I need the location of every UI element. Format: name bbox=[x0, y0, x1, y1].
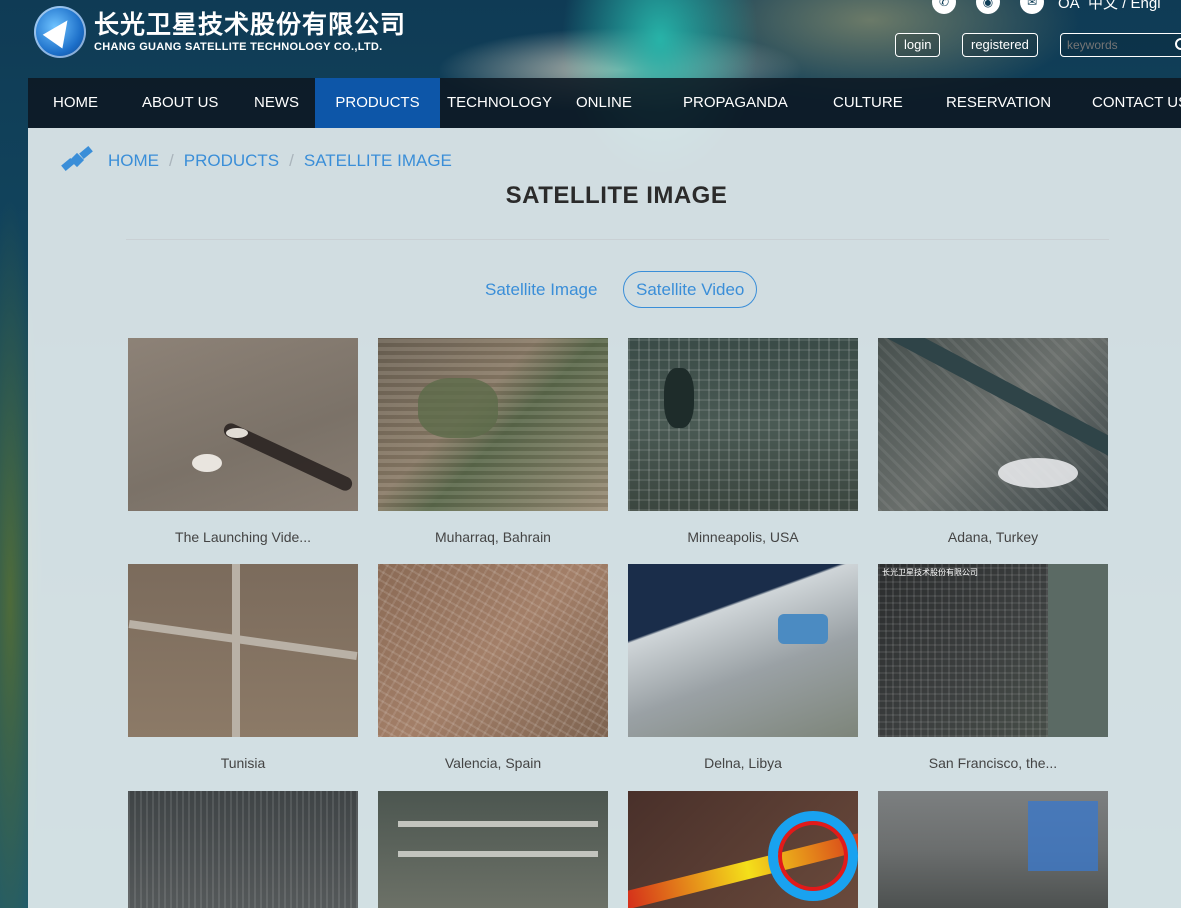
card-caption[interactable]: Adana, Turkey bbox=[878, 529, 1108, 545]
card-caption[interactable]: Delna, Libya bbox=[628, 755, 858, 771]
mail-icon[interactable]: ✉ bbox=[1020, 0, 1044, 14]
image-card[interactable]: Adana, Turkey bbox=[878, 338, 1108, 545]
nav-reservation[interactable]: RESERVATION bbox=[946, 78, 1051, 128]
card-caption[interactable]: The Launching Vide... bbox=[128, 529, 358, 545]
image-card[interactable]: Delna, Libya bbox=[628, 564, 858, 771]
thumbnail-image[interactable] bbox=[378, 564, 608, 737]
thumbnail-image[interactable] bbox=[128, 564, 358, 737]
thumbnail-image[interactable]: 长光卫星技术股份有限公司 bbox=[878, 564, 1108, 737]
language-switch[interactable]: OA 中文 / Engl bbox=[1058, 0, 1161, 13]
search-icon[interactable] bbox=[1175, 38, 1181, 50]
thumbnail-image[interactable] bbox=[878, 791, 1108, 908]
thumbnail-watermark: 长光卫星技术股份有限公司 bbox=[882, 568, 978, 577]
wechat-icon[interactable]: ✆ bbox=[932, 0, 956, 14]
page-title: SATELLITE IMAGE bbox=[505, 182, 728, 209]
nav-contact-us[interactable]: CONTACT US bbox=[1092, 78, 1181, 128]
image-card[interactable] bbox=[128, 791, 358, 908]
tab-satellite-image[interactable]: Satellite Image bbox=[472, 271, 610, 308]
card-caption[interactable]: Minneapolis, USA bbox=[628, 529, 858, 545]
register-button[interactable]: registered bbox=[962, 33, 1038, 57]
breadcrumb-products[interactable]: PRODUCTS bbox=[184, 151, 279, 171]
thumbnail-image[interactable] bbox=[628, 791, 858, 908]
nav-about-us[interactable]: ABOUT US bbox=[142, 78, 218, 128]
image-card[interactable]: Tunisia bbox=[128, 564, 358, 771]
breadcrumb: HOME / PRODUCTS / SATELLITE IMAGE bbox=[61, 145, 452, 175]
title-divider bbox=[126, 239, 1109, 240]
breadcrumb-separator: / bbox=[169, 151, 174, 170]
satellite-icon bbox=[61, 145, 93, 175]
card-caption[interactable]: Valencia, Spain bbox=[378, 755, 608, 771]
image-card[interactable]: Muharraq, Bahrain bbox=[378, 338, 608, 545]
logo-text: 长光卫星技术股份有限公司 CHANG GUANG SATELLITE TECHN… bbox=[94, 10, 407, 54]
nav-technology[interactable]: TECHNOLOGY bbox=[447, 78, 552, 128]
site-header: 长光卫星技术股份有限公司 CHANG GUANG SATELLITE TECHN… bbox=[0, 0, 1181, 78]
oa-link[interactable]: OA bbox=[1058, 0, 1080, 12]
language-links[interactable]: 中文 / Engl bbox=[1088, 0, 1161, 12]
tab-satellite-video[interactable]: Satellite Video bbox=[623, 271, 758, 308]
logo-english-name: CHANG GUANG SATELLITE TECHNOLOGY CO.,LTD… bbox=[94, 41, 383, 53]
nav-online[interactable]: ONLINE bbox=[576, 78, 632, 128]
thumbnail-image[interactable] bbox=[378, 338, 608, 511]
thumbnail-image[interactable] bbox=[628, 338, 858, 511]
thumbnail-image[interactable] bbox=[878, 338, 1108, 511]
nav-culture[interactable]: CULTURE bbox=[833, 78, 903, 128]
thumbnail-image[interactable] bbox=[628, 564, 858, 737]
image-card[interactable]: 长光卫星技术股份有限公司 San Francisco, the... bbox=[878, 564, 1108, 771]
main-nav: HOME ABOUT US NEWS PRODUCTS TECHNOLOGY O… bbox=[28, 78, 1181, 128]
logo-emblem-icon bbox=[34, 6, 86, 58]
card-caption[interactable]: Muharraq, Bahrain bbox=[378, 529, 608, 545]
image-card[interactable] bbox=[628, 791, 858, 908]
image-card[interactable]: Minneapolis, USA bbox=[628, 338, 858, 545]
image-card[interactable] bbox=[878, 791, 1108, 908]
breadcrumb-current[interactable]: SATELLITE IMAGE bbox=[304, 151, 452, 171]
thumbnail-image[interactable] bbox=[378, 791, 608, 908]
card-caption[interactable]: Tunisia bbox=[128, 755, 358, 771]
nav-news[interactable]: NEWS bbox=[254, 78, 299, 128]
breadcrumb-home[interactable]: HOME bbox=[108, 151, 159, 171]
nav-products[interactable]: PRODUCTS bbox=[315, 78, 440, 128]
weibo-icon[interactable]: ◉ bbox=[976, 0, 1000, 14]
image-card[interactable] bbox=[378, 791, 608, 908]
company-logo[interactable]: 长光卫星技术股份有限公司 CHANG GUANG SATELLITE TECHN… bbox=[34, 6, 406, 58]
image-card[interactable]: The Launching Vide... bbox=[128, 338, 358, 545]
logo-chinese-name: 长光卫星技术股份有限公司 bbox=[94, 10, 407, 39]
breadcrumb-separator: / bbox=[289, 151, 294, 170]
nav-propaganda[interactable]: PROPAGANDA bbox=[683, 78, 788, 128]
card-caption[interactable]: San Francisco, the... bbox=[878, 755, 1108, 771]
login-button[interactable]: login bbox=[895, 33, 941, 57]
image-card[interactable]: Valencia, Spain bbox=[378, 564, 608, 771]
search-input[interactable] bbox=[1060, 33, 1181, 57]
nav-home[interactable]: HOME bbox=[53, 78, 98, 128]
social-icons: ✆ ◉ ✉ bbox=[932, 0, 1044, 14]
thumbnail-image[interactable] bbox=[128, 791, 358, 908]
thumbnail-image[interactable] bbox=[128, 338, 358, 511]
